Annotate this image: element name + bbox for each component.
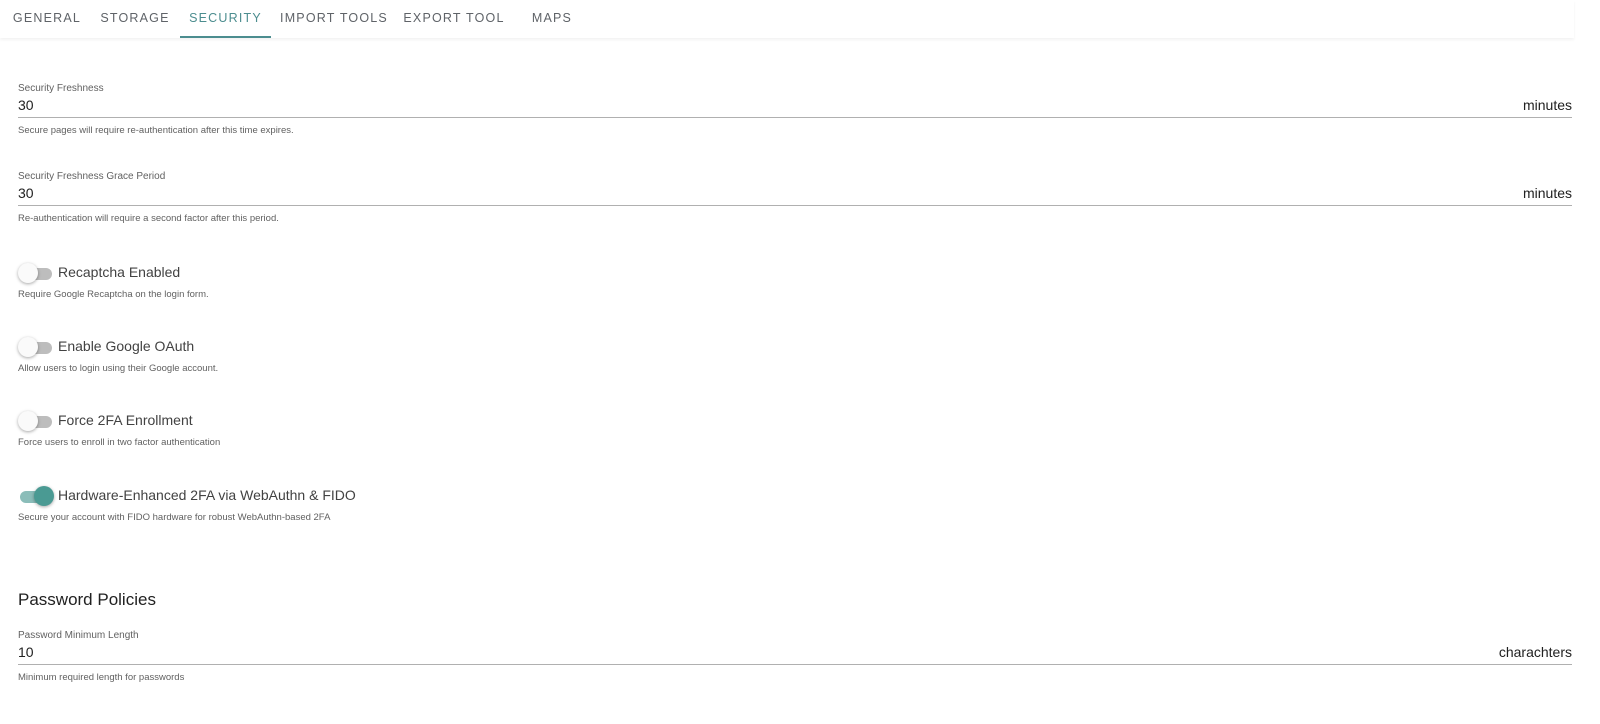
tab-storage[interactable]: STORAGE [96, 0, 174, 38]
password-min-length-input[interactable]: 10 charachters [18, 642, 1572, 665]
security-freshness-label: Security Freshness [18, 83, 104, 94]
grace-period-input[interactable]: 30 minutes [18, 183, 1572, 206]
settings-tab-bar: GENERAL STORAGE SECURITY IMPORT TOOLS EX… [0, 0, 1574, 38]
toggle-thumb[interactable] [18, 411, 38, 431]
password-policies-heading: Password Policies [18, 590, 156, 609]
force-2fa-hint: Force users to enroll in two factor auth… [18, 437, 221, 448]
password-min-length-label: Password Minimum Length [18, 630, 139, 641]
toggle-thumb[interactable] [18, 263, 38, 283]
tab-export-tool[interactable]: EXPORT TOOL [402, 0, 506, 38]
grace-period-hint: Re-authentication will require a second … [18, 213, 279, 224]
toggle-thumb[interactable] [34, 486, 54, 506]
tab-general[interactable]: GENERAL [10, 0, 84, 38]
force-2fa-toggle[interactable] [18, 411, 52, 431]
password-min-length-hint: Minimum required length for passwords [18, 672, 185, 683]
security-freshness-hint: Secure pages will require re-authenticat… [18, 125, 294, 136]
security-freshness-input[interactable]: 30 minutes [18, 95, 1572, 118]
password-min-length-value[interactable]: 10 [18, 644, 34, 660]
password-min-length-suffix: charachters [1498, 644, 1572, 660]
recaptcha-hint: Require Google Recaptcha on the login fo… [18, 289, 209, 300]
tab-security[interactable]: SECURITY [180, 0, 271, 38]
tab-maps[interactable]: MAPS [524, 0, 580, 38]
hardware-2fa-toggle[interactable] [18, 486, 54, 506]
toggle-thumb[interactable] [18, 337, 38, 357]
force-2fa-label: Force 2FA Enrollment [58, 412, 193, 428]
security-freshness-suffix: minutes [1522, 97, 1572, 113]
hardware-2fa-hint: Secure your account with FIDO hardware f… [18, 512, 331, 523]
tab-import-tools[interactable]: IMPORT TOOLS [278, 0, 390, 38]
grace-period-label: Security Freshness Grace Period [18, 171, 166, 182]
google-oauth-toggle[interactable] [18, 337, 52, 357]
google-oauth-hint: Allow users to login using their Google … [18, 363, 219, 374]
recaptcha-label: Recaptcha Enabled [58, 264, 181, 280]
grace-period-suffix: minutes [1522, 185, 1572, 201]
hardware-2fa-label: Hardware-Enhanced 2FA via WebAuthn & FID… [58, 487, 356, 503]
security-freshness-value[interactable]: 30 [18, 97, 34, 113]
recaptcha-toggle[interactable] [18, 263, 52, 283]
grace-period-value[interactable]: 30 [18, 185, 34, 201]
google-oauth-label: Enable Google OAuth [58, 338, 195, 354]
